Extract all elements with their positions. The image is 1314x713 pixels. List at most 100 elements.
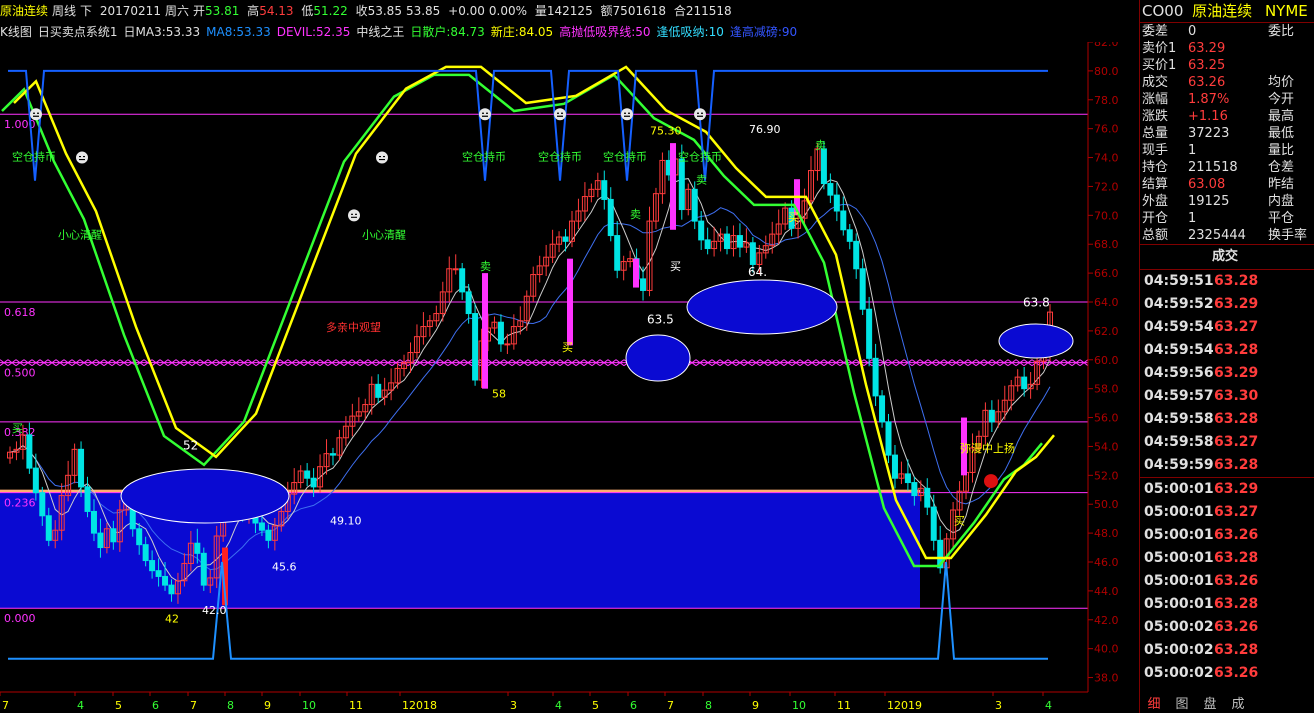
top-signal-line <box>8 69 1048 181</box>
highlight-ellipse[interactable] <box>120 468 290 524</box>
tick-price: 63.29 <box>1214 365 1259 381</box>
quote-label: 外盘 <box>1142 194 1169 209</box>
panel-tab[interactable]: 细 <box>1140 693 1168 712</box>
quote-row: 开仓 1 平仓 <box>1140 210 1314 227</box>
chart-annotation: 58 <box>492 387 506 400</box>
tick-time: 04:59:56 <box>1144 365 1214 381</box>
tick-row: 05:00:02 63.26 <box>1140 662 1314 685</box>
tick-price: 63.27 <box>1214 319 1259 335</box>
bar-date: 20170211 <box>99 4 161 18</box>
chart-annotation: 63.8 <box>1023 295 1050 309</box>
chart-annotation: 买 <box>788 211 799 224</box>
tick-price: 63.28 <box>1214 550 1259 566</box>
x-tick-label: 4 <box>555 699 562 712</box>
y-tick-label: 76.0 <box>1094 123 1119 136</box>
chart-annotation: 卖 <box>630 208 641 221</box>
chart-annotation: 买 <box>954 514 965 527</box>
quote-label: 仓差 <box>1268 160 1295 175</box>
highlight-ellipse[interactable] <box>998 323 1074 359</box>
fib-label: 0.000 <box>4 612 36 625</box>
candle-body <box>749 242 756 265</box>
x-tick-label: 10 <box>302 699 316 712</box>
candle-body <box>607 198 614 237</box>
price-chart[interactable]: 1.0000.6180.5000.3820.2360.00082.080.078… <box>0 42 1138 713</box>
x-tick-label: 4 <box>77 699 84 712</box>
x-tick-label: 6 <box>630 699 637 712</box>
quote-label: 总额 <box>1142 228 1169 243</box>
x-tick-label: 8 <box>227 699 234 712</box>
chart-annotation: 买 <box>670 260 681 273</box>
candle-body <box>97 532 104 549</box>
quote-value: 63.26 <box>1188 75 1226 90</box>
candle-body <box>90 510 97 534</box>
chart-annotation: 52 <box>183 438 198 452</box>
close-value: 53.85 <box>367 4 402 18</box>
chart-annotation: 空仓持币 <box>678 149 722 163</box>
instrument-name[interactable]: 原油连续 <box>0 4 48 18</box>
smiley-icon <box>30 108 42 121</box>
highlight-ellipse[interactable] <box>625 334 691 382</box>
close-label: 收 <box>355 4 368 18</box>
signal-bar <box>482 273 488 389</box>
candle-body <box>562 236 569 242</box>
quote-row: 委差 0 委比 <box>1140 23 1314 40</box>
candle-body <box>110 528 117 543</box>
y-tick-label: 52.0 <box>1094 469 1119 482</box>
y-tick-label: 62.0 <box>1094 325 1119 338</box>
tick-price: 63.26 <box>1214 527 1259 543</box>
candle-body <box>988 409 995 423</box>
bar-weekday: 周六 <box>164 4 189 18</box>
tick-row: 05:00:01 63.29 <box>1140 477 1314 501</box>
quote-label: 卖价1 <box>1142 41 1177 56</box>
kline-label[interactable]: K线图 <box>0 25 32 39</box>
tick-list[interactable]: 04:59:51 63.28 04:59:52 63.29 04:59:54 63.27 0… <box>1140 270 1314 685</box>
x-tick-label: 7 <box>2 699 9 712</box>
candle-body <box>497 321 504 345</box>
quote-value: 37223 <box>1188 126 1230 141</box>
period-label[interactable]: 周线 <box>52 4 76 18</box>
ticks-title: 成交 <box>1212 249 1239 264</box>
quote-label: 换手率 <box>1268 228 1308 243</box>
panel-tab[interactable]: 成 <box>1224 693 1252 712</box>
tick-row: 05:00:01 63.27 <box>1140 501 1314 524</box>
candle-body <box>678 158 685 211</box>
tick-time: 05:00:01 <box>1144 596 1214 612</box>
y-tick-label: 54.0 <box>1094 440 1119 453</box>
candle-body <box>640 278 647 291</box>
x-tick-label: 3 <box>995 699 1002 712</box>
quote-value: 63.08 <box>1188 177 1226 192</box>
candle-body <box>375 383 382 398</box>
tick-time: 05:00:01 <box>1144 504 1214 520</box>
fib-label: 0.500 <box>4 367 36 380</box>
candle-body <box>200 552 207 586</box>
tick-time: 05:00:02 <box>1144 619 1214 635</box>
y-tick-label: 42.0 <box>1094 614 1119 627</box>
highlight-ellipse[interactable] <box>686 279 838 335</box>
quote-label: 现手 <box>1142 143 1169 158</box>
quote-label: 平仓 <box>1268 211 1295 226</box>
tick-price: 63.29 <box>1214 481 1259 497</box>
candle-body <box>601 180 608 200</box>
candle-body <box>891 454 898 479</box>
x-tick-label: 9 <box>264 699 271 712</box>
x-tick-label: 4 <box>1045 699 1052 712</box>
chart-annotation: 多亲中观望 <box>326 320 381 334</box>
open-interest-label: 合 <box>673 4 686 18</box>
tick-row: 05:00:01 63.26 <box>1140 570 1314 593</box>
x-tick-label: 9 <box>752 699 759 712</box>
quote-label: 均价 <box>1268 75 1295 90</box>
trading-system-label[interactable]: 日买卖点系统1 <box>38 25 118 39</box>
tick-row: 04:59:51 63.28 <box>1140 270 1314 293</box>
fib-label: 0.618 <box>4 306 36 319</box>
y-tick-label: 40.0 <box>1094 643 1119 656</box>
candle-body <box>162 575 169 586</box>
panel-tab[interactable]: 盘 <box>1196 693 1224 712</box>
quote-label: 成交 <box>1142 75 1169 90</box>
quote-value: 1 <box>1188 211 1197 226</box>
quote-label: 今开 <box>1268 92 1295 107</box>
x-tick-label: 10 <box>792 699 806 712</box>
change-value: +0.00 <box>448 4 485 18</box>
volume-label: 量 <box>534 4 547 18</box>
quote-row: 总量 37223 最低 <box>1140 125 1314 142</box>
panel-tab[interactable]: 图 <box>1168 693 1196 712</box>
